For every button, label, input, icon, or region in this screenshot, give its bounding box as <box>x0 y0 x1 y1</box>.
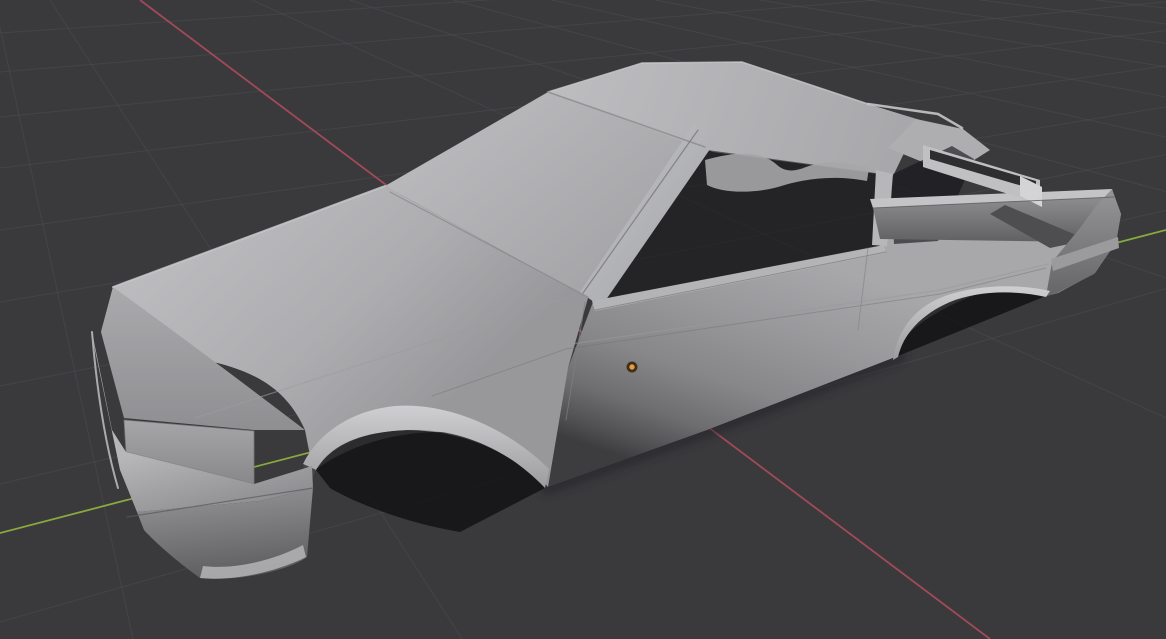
3d-viewport[interactable] <box>0 0 1166 639</box>
object-origin-icon[interactable] <box>626 361 638 373</box>
origin-dot <box>628 363 636 371</box>
